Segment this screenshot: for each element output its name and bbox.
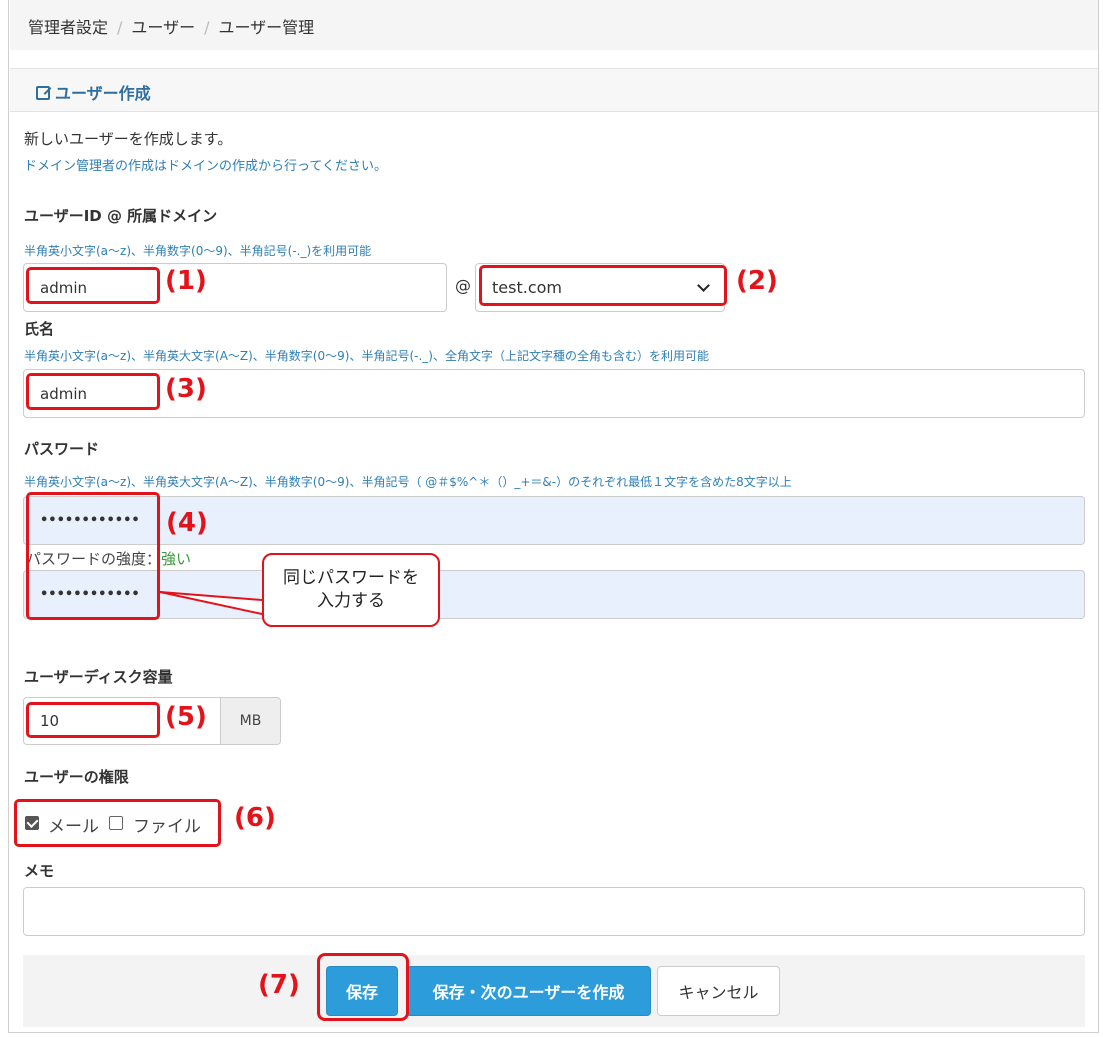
cancel-button[interactable]: キャンセル [657, 966, 780, 1016]
name-label: 氏名 [24, 320, 55, 338]
name-value: admin [40, 384, 87, 403]
save-button[interactable]: 保存 [326, 966, 398, 1016]
annotation-marker-2: (2) [736, 266, 778, 296]
disk-unit: MB [220, 697, 281, 745]
strength-value: 強い [161, 550, 192, 568]
breadcrumb-user-management: ユーザー管理 [218, 18, 315, 37]
annotation-marker-5: (5) [165, 702, 207, 732]
panel-heading: ユーザー作成 [10, 68, 1098, 112]
domain-select[interactable]: test.com [475, 263, 725, 312]
user-id-label: ユーザーID @ 所属ドメイン [24, 207, 218, 225]
annotation-marker-7: (7) [258, 970, 300, 1000]
panel-title: ユーザー作成 [55, 84, 151, 103]
mail-checkbox-label[interactable]: メール [48, 812, 99, 837]
domain-value: test.com [492, 278, 562, 297]
intro-note: ドメイン管理者の作成はドメインの作成から行ってください。 [24, 159, 387, 174]
user-id-hint: 半角英小文字(a〜z)、半角数字(0〜9)、半角記号(-._)を利用可能 [24, 244, 372, 258]
annotation-marker-1: (1) [165, 266, 207, 296]
password-confirm-value: •••••••••••• [40, 587, 140, 602]
save-and-next-button[interactable]: 保存・次のユーザーを作成 [406, 966, 651, 1016]
password-hint: 半角英小文字(a〜z)、半角英大文字(A〜Z)、半角数字(0〜9)、半角記号（ … [24, 475, 792, 489]
password-label: パスワード [24, 440, 100, 458]
file-checkbox[interactable] [109, 816, 123, 830]
callout-same-password: 同じパスワードを 入力する [262, 553, 440, 627]
annotation-marker-6: (6) [234, 803, 276, 833]
password-strength: パスワードの強度：強い [26, 548, 191, 569]
at-sign: @ [455, 276, 471, 295]
breadcrumb-users[interactable]: ユーザー [131, 18, 195, 37]
strength-label: パスワードの強度： [26, 550, 162, 568]
callout-line-2: 入力する [317, 591, 385, 611]
disk-value: 10 [40, 712, 60, 730]
chevron-down-icon [697, 278, 710, 292]
mail-checkbox[interactable] [25, 816, 39, 830]
disk-label: ユーザーディスク容量 [24, 668, 173, 686]
annotation-marker-3: (3) [165, 374, 207, 404]
memo-label: メモ [24, 862, 55, 880]
user-id-value: admin [40, 278, 87, 297]
password-confirm-input[interactable]: •••••••••••• [23, 570, 1085, 619]
breadcrumb-admin-settings[interactable]: 管理者設定 [28, 18, 108, 37]
user-id-input[interactable]: admin [23, 263, 447, 312]
memo-input[interactable] [23, 887, 1085, 936]
breadcrumb: 管理者設定 / ユーザー / ユーザー管理 [10, 0, 1098, 50]
password-value: •••••••••••• [40, 513, 140, 528]
callout-line-1: 同じパスワードを [283, 568, 419, 588]
edit-icon [36, 86, 50, 100]
intro-text: 新しいユーザーを作成します。 [24, 130, 233, 148]
annotation-marker-4: (4) [166, 508, 208, 538]
file-checkbox-label[interactable]: ファイル [133, 812, 201, 837]
permissions-label: ユーザーの権限 [24, 768, 129, 786]
name-hint: 半角英小文字(a〜z)、半角英大文字(A〜Z)、半角数字(0〜9)、半角記号(-… [24, 349, 709, 363]
